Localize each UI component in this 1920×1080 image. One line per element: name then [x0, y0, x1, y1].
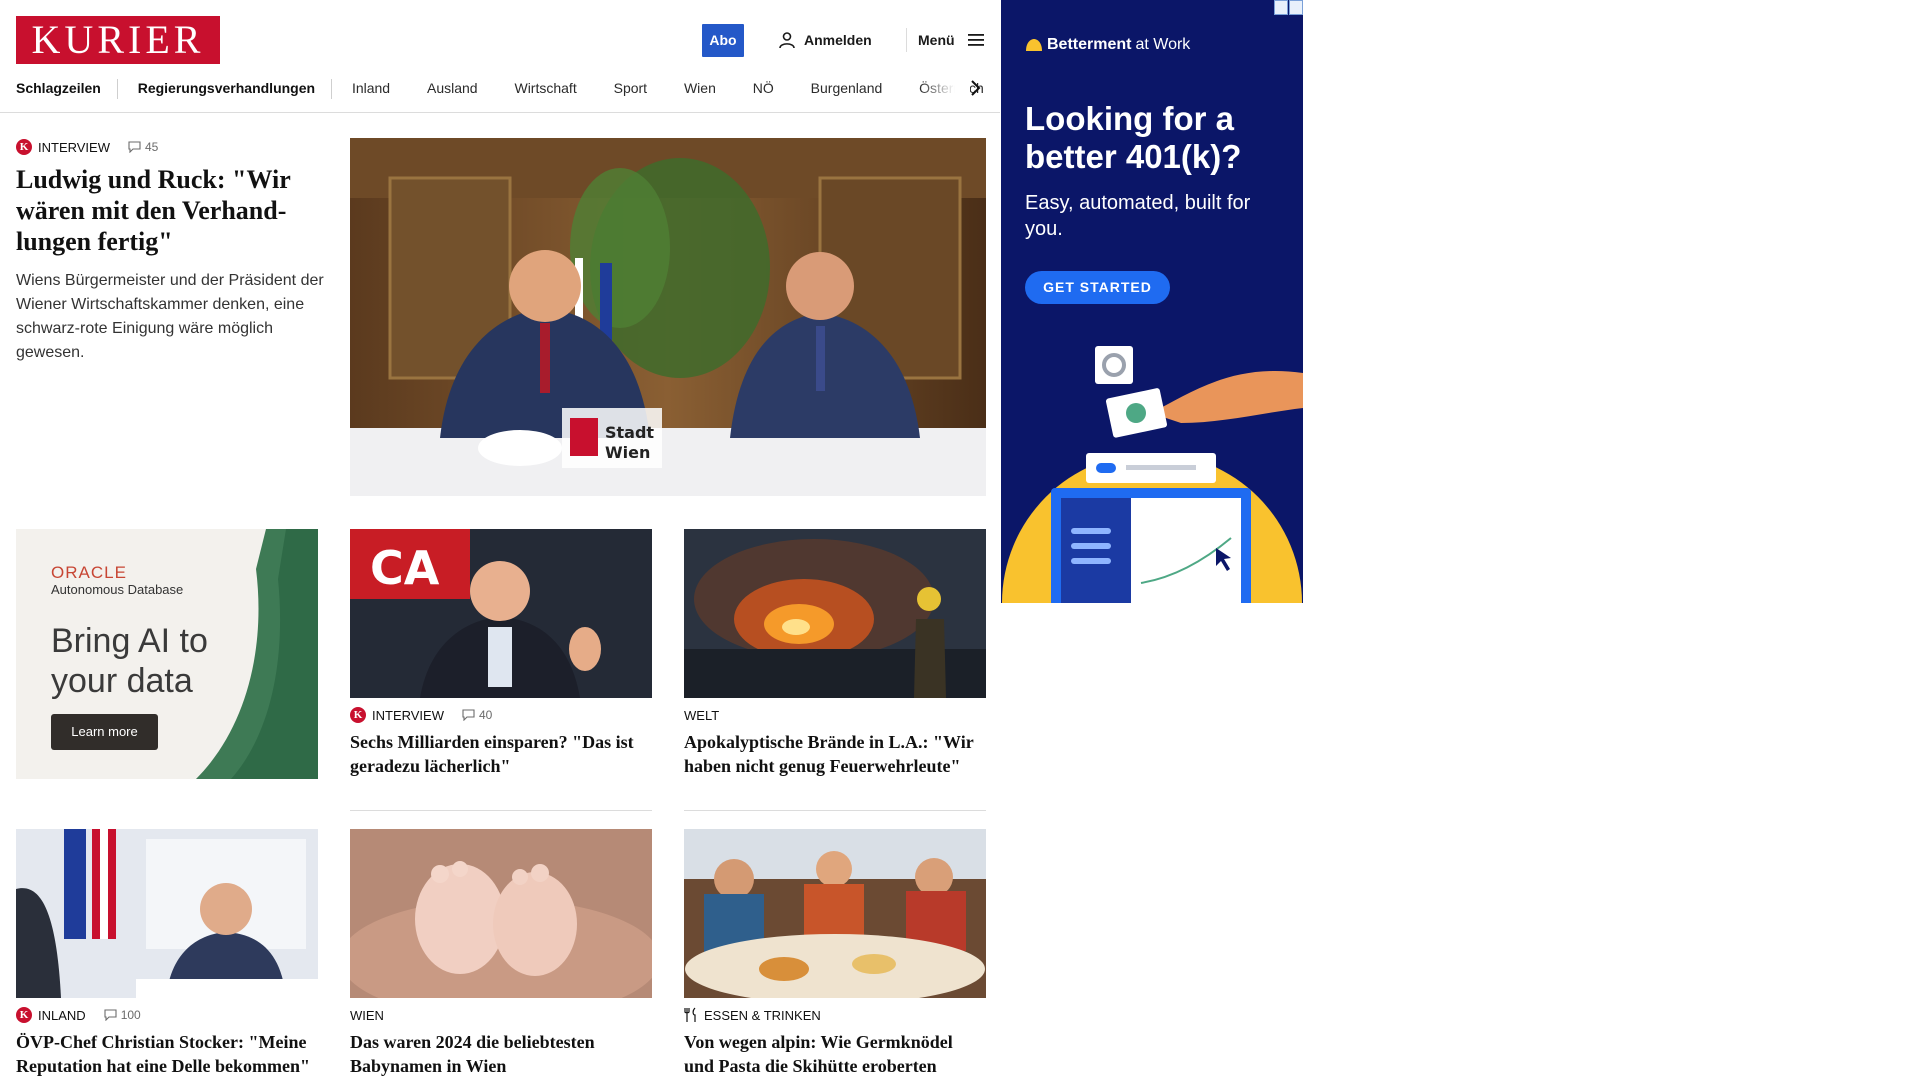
lead-kicker-label: INTERVIEW — [38, 139, 110, 155]
betterment-headline: Looking for a better 401(k)? — [1025, 100, 1242, 175]
comment-count-value: 45 — [145, 140, 159, 154]
article-image[interactable] — [350, 829, 652, 998]
article-kicker-label: INTERVIEW — [372, 707, 444, 723]
login-button[interactable]: Anmelden — [778, 28, 872, 52]
article-kicker: K INLAND 100 — [16, 1006, 318, 1024]
menu-button[interactable]: Menü — [918, 28, 985, 52]
login-label: Anmelden — [804, 32, 872, 48]
lead-kicker: K INTERVIEW 45 — [16, 138, 326, 156]
kurier-plus-badge-icon: K — [16, 1007, 32, 1023]
site-header: KURIER Abo Anmelden Menü Schlagzeilen Re… — [0, 0, 1000, 113]
user-icon — [779, 32, 795, 49]
betterment-illustration — [1002, 346, 1303, 603]
article-card[interactable]: K INLAND 100 ÖVP-Chef Christian Stocker:… — [16, 829, 318, 1078]
lead-article[interactable]: K INTERVIEW 45 Ludwig und Ruck: "Wir wär… — [16, 138, 326, 365]
comment-icon — [462, 709, 475, 721]
article-kicker: WIEN — [350, 1006, 652, 1024]
oracle-subtitle: Autonomous Database — [51, 582, 184, 597]
news-site: KURIER Abo Anmelden Menü Schlagzeilen Re… — [0, 0, 1000, 1080]
nav-fade — [920, 76, 970, 100]
article-image[interactable] — [16, 829, 318, 998]
nav-item-sport[interactable]: Sport — [614, 76, 647, 100]
header-divider — [906, 28, 907, 52]
betterment-brand-bold: Betterment — [1047, 36, 1132, 53]
baby-feet-photo — [350, 829, 652, 998]
article-card[interactable]: WIEN Das waren 2024 die beliebtesten Bab… — [350, 829, 652, 1078]
comment-count-value: 40 — [479, 708, 493, 722]
nav-item-burgenland[interactable]: Burgenland — [811, 76, 883, 100]
article-kicker-label: ESSEN & TRINKEN — [704, 1007, 821, 1023]
press-conference-photo — [16, 829, 318, 998]
comment-icon — [104, 1009, 117, 1021]
betterment-mark-icon — [1026, 39, 1042, 51]
article-kicker-label: WIEN — [350, 1007, 384, 1023]
comment-count[interactable]: 45 — [128, 140, 158, 154]
lead-photo: Stadt Wien — [350, 138, 986, 496]
stadt-wien-sign-2: Wien — [605, 443, 650, 462]
hamburger-icon — [967, 34, 984, 46]
stadt-wien-sign: Stadt — [605, 423, 654, 442]
article-image[interactable] — [684, 529, 986, 698]
betterment-ad[interactable]: Betterment at Work Looking for a better … — [1001, 0, 1303, 603]
article-headline[interactable]: Sechs Milliarden einsparen? "Das ist ger… — [350, 730, 652, 778]
nav-divider — [116, 79, 118, 100]
nav-item-wirtschaft[interactable]: Wirtschaft — [514, 76, 576, 100]
learn-more-button[interactable]: Learn more — [51, 714, 158, 750]
nav-divider — [331, 79, 333, 100]
ski-hut-photo — [684, 829, 986, 998]
article-image[interactable] — [684, 829, 986, 998]
kurier-plus-badge-icon: K — [16, 139, 32, 155]
chevron-right-icon[interactable] — [968, 78, 982, 98]
betterment-logo: Betterment at Work — [1025, 36, 1190, 54]
nav-item-ausland[interactable]: Ausland — [427, 76, 478, 100]
article-card[interactable]: CA K INTERVIEW 40 Sechs Milliarden einsp… — [350, 529, 652, 811]
abo-button[interactable]: Abo — [702, 24, 744, 57]
comment-count-value: 100 — [120, 1008, 141, 1022]
comment-icon — [128, 141, 141, 153]
article-headline[interactable]: Apokalyptische Brände in L.A.: "Wir habe… — [684, 730, 986, 778]
svg-text:CA: CA — [370, 541, 440, 595]
article-kicker: WELT — [684, 706, 986, 724]
nav-item-regierungsverhandlungen[interactable]: Regierungsverhandlungen — [138, 76, 315, 100]
kurier-plus-badge-icon: K — [350, 707, 366, 723]
article-kicker: K INTERVIEW 40 — [350, 706, 652, 724]
article-headline[interactable]: ÖVP-Chef Christian Stocker: "Meine Reput… — [16, 1030, 318, 1078]
betterment-subtitle: Easy, automated, built for you. — [1025, 192, 1251, 240]
interview-photo: CA — [350, 529, 652, 698]
article-card[interactable]: ESSEN & TRINKEN Von wegen alpin: Wie Ger… — [684, 829, 986, 1078]
oracle-ad[interactable]: ORACLE Autonomous Database Bring AI to y… — [16, 529, 318, 779]
article-headline[interactable]: Von wegen alpin: Wie Germknödel und Past… — [684, 1030, 986, 1078]
article-headline[interactable]: Das waren 2024 die beliebtesten Babyname… — [350, 1030, 652, 1078]
card-divider — [684, 810, 986, 811]
oracle-logo: ORACLE — [51, 563, 127, 582]
wildfire-photo — [684, 529, 986, 698]
nav-item-noe[interactable]: NÖ — [753, 76, 774, 100]
article-card[interactable]: WELT Apokalyptische Brände in L.A.: "Wir… — [684, 529, 986, 811]
fork-knife-icon — [684, 1007, 696, 1022]
comment-count[interactable]: 40 — [462, 708, 492, 722]
get-started-button[interactable]: GET STARTED — [1025, 271, 1170, 304]
adchoices-icon[interactable] — [1274, 0, 1303, 15]
menu-label: Menü — [918, 32, 955, 48]
section-nav: Schlagzeilen Regierungsverhandlungen Inl… — [16, 76, 986, 100]
article-kicker-label: INLAND — [38, 1007, 86, 1023]
oracle-headline: Bring AI to your data — [51, 622, 208, 700]
lead-teaser: Wiens Bürgermeister und der Präsident de… — [16, 272, 324, 361]
lead-headline[interactable]: Ludwig und Ruck: "Wir wären mit den Verh… — [16, 164, 326, 257]
comment-count[interactable]: 100 — [104, 1008, 141, 1022]
lead-image[interactable]: Stadt Wien — [350, 138, 986, 496]
card-divider — [350, 810, 652, 811]
article-kicker-label: WELT — [684, 707, 720, 723]
betterment-brand-rest: at Work — [1135, 36, 1191, 53]
article-image[interactable]: CA — [350, 529, 652, 698]
nav-item-schlagzeilen[interactable]: Schlagzeilen — [16, 76, 101, 100]
kurier-logo[interactable]: KURIER — [16, 16, 220, 64]
nav-item-wien[interactable]: Wien — [684, 76, 716, 100]
article-kicker: ESSEN & TRINKEN — [684, 1006, 986, 1024]
nav-item-inland[interactable]: Inland — [352, 76, 390, 100]
